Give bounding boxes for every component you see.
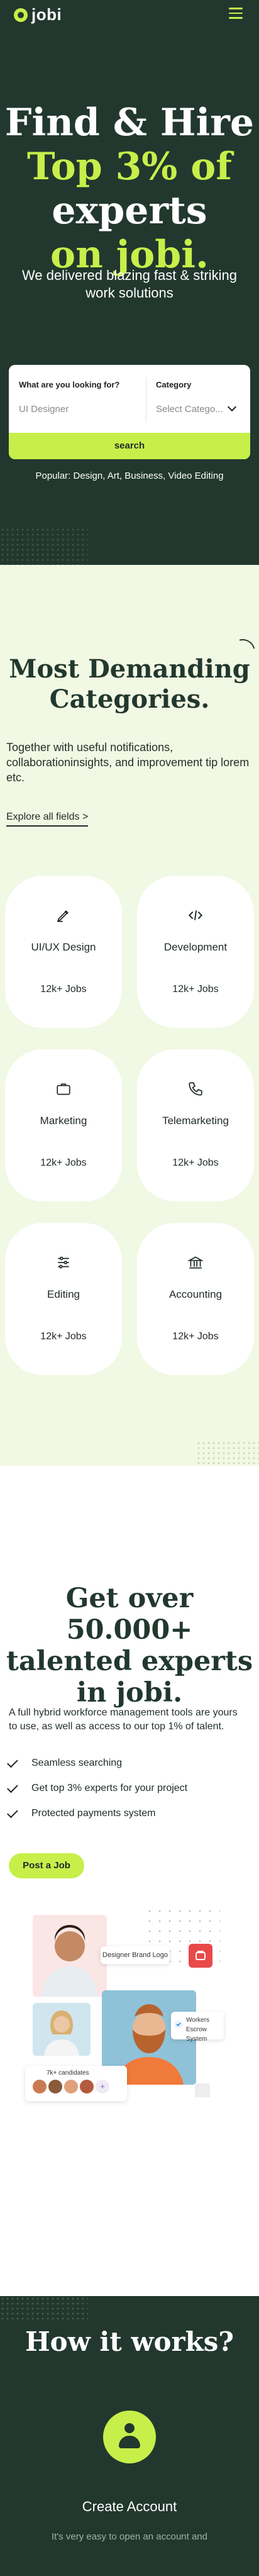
- category-label: Category: [156, 380, 192, 389]
- avatar: [33, 2080, 47, 2094]
- hero-title-line-3: experts: [52, 189, 207, 233]
- job-search-form: What are you looking for? UI Designer Ca…: [9, 365, 250, 459]
- category-card[interactable]: Telemarketing 12k+ Jobs: [137, 1049, 254, 1202]
- feature-label: Protected payments system: [31, 1808, 156, 1819]
- category-jobs: 12k+ Jobs: [172, 984, 219, 995]
- category-name: Development: [163, 941, 228, 953]
- sliders-icon: [5, 1253, 122, 1272]
- logo-text: jobi: [31, 5, 62, 24]
- avatar: [48, 2080, 62, 2094]
- keyword-input[interactable]: UI Designer: [19, 404, 69, 415]
- top-navbar: jobi: [0, 0, 259, 30]
- logo-mark-icon: [14, 8, 28, 22]
- category-jobs: 12k+ Jobs: [40, 1157, 87, 1168]
- keyword-label: What are you looking for?: [19, 380, 120, 389]
- escrow-chip: Workers Escrow System: [171, 2012, 224, 2043]
- step-title: Create Account: [82, 2499, 177, 2514]
- check-icon: [7, 1781, 18, 1793]
- category-select[interactable]: Select Catego...: [156, 404, 223, 415]
- category-name: Editing: [47, 1288, 80, 1300]
- post-job-button[interactable]: Post a Job: [9, 1853, 84, 1878]
- avatar-group: +: [33, 2080, 109, 2094]
- categories-section: Most Demanding Categories. Together with…: [0, 565, 259, 1466]
- experts-description: A full hybrid workforce management tools…: [9, 1707, 238, 1732]
- popular-searches: Popular: Design, Art, Business, Video Ed…: [35, 471, 224, 481]
- how-title: How it works?: [25, 2326, 234, 2357]
- category-jobs: 12k+ Jobs: [40, 984, 87, 995]
- escrow-chip-line-2: Escrow System: [186, 2026, 207, 2043]
- category-card[interactable]: Marketing 12k+ Jobs: [5, 1049, 122, 1202]
- feature-item: Protected payments system: [7, 1807, 156, 1819]
- hero-title: Find & Hire Top 3% of experts on jobi.: [0, 101, 259, 277]
- category-card[interactable]: Editing 12k+ Jobs: [5, 1223, 122, 1375]
- feature-item: Get top 3% experts for your project: [7, 1781, 188, 1794]
- feature-item: Seamless searching: [7, 1756, 123, 1769]
- category-name: Accounting: [168, 1288, 223, 1300]
- check-icon: [7, 1807, 18, 1818]
- hamburger-icon[interactable]: [229, 8, 243, 19]
- category-jobs: 12k+ Jobs: [40, 1331, 87, 1342]
- hero-subtitle: We delivered blazing fast & striking wor…: [22, 267, 237, 301]
- categories-title: Most Demanding Categories.: [9, 654, 250, 714]
- step-description: It's very easy to open an account and: [51, 2531, 208, 2542]
- feature-label: Get top 3% experts for your project: [31, 1783, 188, 1793]
- phone-icon: [137, 1079, 254, 1098]
- category-name: UI/UX Design: [31, 941, 96, 953]
- category-jobs: 12k+ Jobs: [172, 1331, 219, 1342]
- plus-icon[interactable]: +: [96, 2080, 109, 2094]
- category-jobs: 12k+ Jobs: [172, 1157, 219, 1168]
- category-name: Telemarketing: [162, 1115, 229, 1127]
- how-it-works-section: How it works? Create Account It's very e…: [0, 2296, 259, 2576]
- dot-pattern: [196, 1441, 259, 1466]
- hero-title-line-2: Top 3% of: [26, 145, 233, 189]
- decor-square: [195, 2083, 210, 2097]
- dot-pattern: [0, 2296, 88, 2321]
- pen-tool-icon: [5, 906, 122, 925]
- notification-badge: [189, 1944, 212, 1968]
- shield-check-icon: [174, 2020, 183, 2029]
- expert-photo: [33, 2003, 91, 2056]
- candidates-count: 7k+ candidates: [47, 2070, 89, 2077]
- candidates-chip: 7k+ candidates +: [25, 2066, 127, 2101]
- hero-title-line-1: Find & Hire: [4, 101, 255, 145]
- dot-pattern: [0, 527, 88, 565]
- explore-all-link[interactable]: Explore all fields >: [6, 811, 89, 827]
- hero-section: jobi Find & Hire Top 3% of experts on jo…: [0, 0, 259, 565]
- designer-chip-label: Designer Brand Logo: [102, 1951, 168, 1959]
- bag-icon: [196, 1951, 206, 1960]
- logo[interactable]: jobi: [14, 5, 62, 25]
- experts-title: Get over 50.000+ talented experts in job…: [6, 1583, 253, 1709]
- briefcase-icon: [5, 1079, 122, 1098]
- avatar: [80, 2080, 94, 2094]
- category-card[interactable]: Development 12k+ Jobs: [137, 876, 254, 1028]
- code-icon: [137, 906, 254, 925]
- designer-chip: Designer Brand Logo: [101, 1946, 170, 1964]
- category-name: Marketing: [40, 1115, 87, 1127]
- bank-icon: [137, 1253, 254, 1272]
- escrow-chip-line-1: Workers: [186, 2017, 210, 2024]
- chevron-down-icon[interactable]: [227, 402, 237, 412]
- avatar: [64, 2080, 78, 2094]
- category-card[interactable]: UI/UX Design 12k+ Jobs: [5, 876, 122, 1028]
- check-icon: [7, 1756, 18, 1768]
- categories-description: Together with useful notifications, coll…: [6, 741, 250, 784]
- feature-label: Seamless searching: [31, 1758, 123, 1768]
- search-button[interactable]: search: [9, 433, 250, 459]
- category-card[interactable]: Accounting 12k+ Jobs: [137, 1223, 254, 1375]
- user-icon: [103, 2411, 156, 2463]
- expert-photo: [33, 1915, 107, 1997]
- experts-section: Get over 50.000+ talented experts in job…: [0, 1466, 259, 2296]
